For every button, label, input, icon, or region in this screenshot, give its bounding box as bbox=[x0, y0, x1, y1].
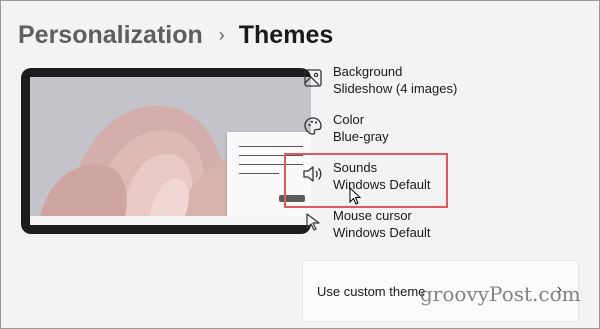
mouse-cursor-icon bbox=[301, 210, 325, 234]
setting-background[interactable]: Background Slideshow (4 images) bbox=[301, 64, 457, 98]
setting-background-value: Slideshow (4 images) bbox=[333, 81, 458, 96]
page-title: Themes bbox=[238, 21, 334, 49]
setting-mouse-cursor-value: Windows Default bbox=[333, 225, 431, 240]
image-icon bbox=[301, 66, 325, 90]
theme-preview-wallpaper bbox=[30, 77, 311, 216]
palette-icon bbox=[301, 114, 325, 138]
mouse-pointer-icon bbox=[349, 186, 363, 212]
setting-background-title: Background bbox=[333, 64, 403, 79]
setting-color-title: Color bbox=[333, 112, 365, 127]
setting-mouse-cursor-title: Mouse cursor bbox=[333, 208, 412, 223]
theme-preview bbox=[21, 68, 311, 234]
setting-color-value: Blue-gray bbox=[333, 129, 389, 144]
breadcrumb-personalization[interactable]: Personalization bbox=[18, 19, 203, 51]
use-custom-theme-label: Use custom theme bbox=[317, 284, 426, 299]
setting-color[interactable]: Color Blue-gray bbox=[301, 112, 389, 146]
preview-taskbar bbox=[30, 216, 311, 225]
setting-mouse-cursor[interactable]: Mouse cursor Windows Default bbox=[301, 208, 431, 242]
watermark: groovyPost.com bbox=[420, 282, 581, 306]
sounds-highlight-box bbox=[284, 153, 448, 208]
breadcrumb-separator: › bbox=[218, 25, 225, 45]
breadcrumb: Personalization › Themes bbox=[18, 19, 333, 51]
